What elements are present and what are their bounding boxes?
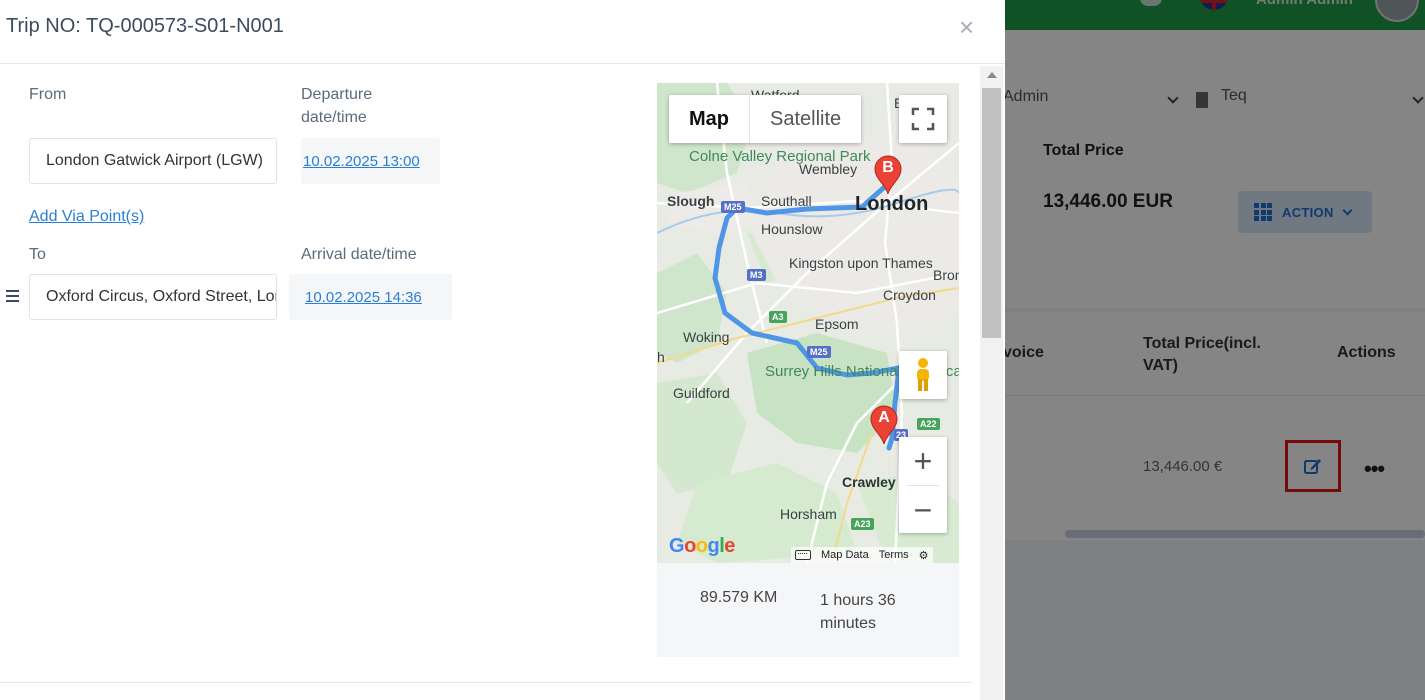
to-input[interactable]: Oxford Circus, Oxford Street, London <box>29 274 277 320</box>
modal-header: Trip NO: TQ-000573-S01-N001 × <box>0 0 1005 64</box>
pegman-icon <box>917 358 929 391</box>
map-label-bromley: Brom <box>933 267 959 283</box>
zoom-out-button[interactable]: − <box>899 486 947 534</box>
map-attribution: Map Data Terms ⚙ <box>791 547 933 563</box>
map-data-link[interactable]: Map Data <box>821 549 869 561</box>
from-label: From <box>29 86 67 103</box>
road-badge-m3: M3 <box>747 269 766 281</box>
road-badge-a22: A22 <box>917 418 940 430</box>
map-type-control: Map Satellite <box>669 95 862 143</box>
route-distance: 89.579 KM <box>700 589 778 606</box>
map-label-croydon: Croydon <box>883 287 936 303</box>
marker-a[interactable]: A <box>869 405 899 445</box>
scroll-up-arrow-icon[interactable] <box>987 72 997 78</box>
to-label: To <box>29 246 46 263</box>
keyboard-icon[interactable] <box>795 550 811 560</box>
route-info-panel: 89.579 KM 1 hours 36 minutes <box>657 563 959 657</box>
departure-datetime[interactable]: 10.02.2025 13:00 <box>301 138 440 184</box>
add-via-point-link[interactable]: Add Via Point(s) <box>29 208 144 226</box>
road-badge-a23: A23 <box>851 518 874 530</box>
fullscreen-icon <box>911 107 935 131</box>
trip-details-modal: Trip NO: TQ-000573-S01-N001 × From Londo… <box>0 0 1005 700</box>
modal-backdrop[interactable] <box>1005 0 1425 700</box>
gear-icon[interactable]: ⚙ <box>919 549 929 562</box>
marker-b-letter: B <box>882 159 894 176</box>
drag-handle-icon[interactable] <box>6 290 19 302</box>
google-logo: Google <box>669 535 735 557</box>
street-view-button[interactable] <box>899 351 947 399</box>
map-label-partial-h: h <box>657 349 665 365</box>
map-label-kingston: Kingston upon Thames <box>789 255 933 271</box>
arrival-label: Arrival date/time <box>301 246 417 263</box>
road-badge-m25-south: M25 <box>807 346 831 358</box>
fullscreen-button[interactable] <box>899 95 947 143</box>
map-label-epsom: Epsom <box>815 316 859 332</box>
marker-b[interactable]: B <box>873 155 903 195</box>
map-label-woking: Woking <box>683 329 730 345</box>
map-type-satellite-button[interactable]: Satellite <box>749 95 861 143</box>
route-map[interactable]: Watford Colne Valley Regional Park Wembl… <box>657 83 959 563</box>
map-label-crawley: Crawley <box>842 474 896 490</box>
map-label-horsham: Horsham <box>780 506 837 522</box>
terms-link[interactable]: Terms <box>879 549 909 561</box>
modal-title: Trip NO: TQ-000573-S01-N001 <box>6 15 284 37</box>
map-label-colne-valley: Colne Valley Regional Park <box>689 148 871 165</box>
map-label-wembley: Wembley <box>799 161 858 177</box>
map-label-hounslow: Hounslow <box>761 221 823 237</box>
map-label-guildford: Guildford <box>673 385 730 401</box>
modal-divider <box>0 682 972 683</box>
road-badge-a3: A3 <box>769 311 787 323</box>
modal-scrollbar[interactable] <box>980 66 1003 700</box>
route-duration: 1 hours 36 minutes <box>820 592 896 632</box>
from-input[interactable]: London Gatwick Airport (LGW) <box>29 138 277 184</box>
map-label-surrey-hills: Surrey Hills National Landscape <box>765 363 959 380</box>
map-label-southall: Southall <box>761 193 812 209</box>
map-type-map-button[interactable]: Map <box>669 95 749 143</box>
map-label-slough: Slough <box>667 193 715 209</box>
zoom-control: + − <box>899 437 947 533</box>
scroll-thumb[interactable] <box>982 88 1001 338</box>
road-badge-m25: M25 <box>721 201 745 213</box>
close-icon[interactable]: × <box>959 14 974 40</box>
marker-a-letter: A <box>878 409 890 426</box>
departure-label: Departure date/time <box>301 86 373 126</box>
zoom-in-button[interactable]: + <box>899 437 947 485</box>
arrival-datetime[interactable]: 10.02.2025 14:36 <box>289 274 452 320</box>
map-label-london: London <box>855 193 929 215</box>
